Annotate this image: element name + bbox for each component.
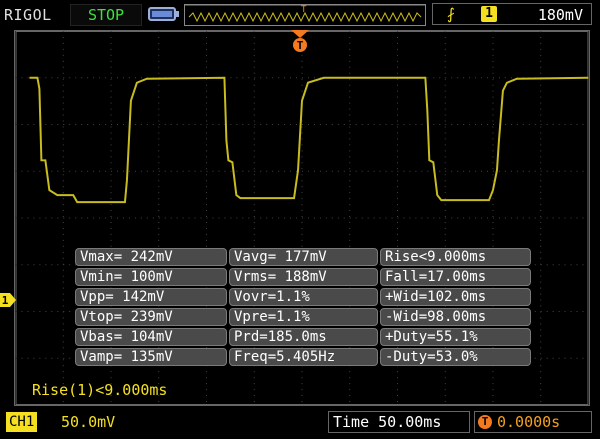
measurement-cell: Vovr=1.1% [229,288,378,306]
measurement-cell: Vtop= 239mV [75,308,227,326]
channel1-label[interactable]: CH1 [6,412,38,432]
measurement-cell: Vmax= 242mV [75,248,227,266]
measurement-cell: Rise<9.000ms [380,248,531,266]
trigger-position-marker[interactable]: T [291,30,309,54]
dc-coupling-icon [44,419,58,425]
measurement-cell: Vavg= 177mV [229,248,378,266]
measurement-panel: Vmax= 242mV Vavg= 177mV Rise<9.000ms Vmin= … [75,248,531,373]
measurement-cell: Prd=185.0ms [229,328,378,346]
measurement-cell: -Duty=53.0% [380,348,531,366]
rising-edge-icon: ⨏ [447,5,455,23]
measurement-cell: Vrms= 188mV [229,268,378,286]
measurement-cell: Vbas= 104mV [75,328,227,346]
bottom-status-bar: CH1 50.0mV Time 50.00ms T 0.0000s [0,408,600,439]
measurement-cell: +Duty=55.1% [380,328,531,346]
svg-text:T: T [297,39,304,52]
trigger-source-badge: 1 [481,6,497,22]
channel1-offset-marker[interactable]: 1 [0,293,16,307]
trigger-offset-value: 0.0000s [497,413,561,431]
measurement-cell: Freq=5.405Hz [229,348,378,366]
svg-text:1: 1 [2,294,9,307]
top-status-bar: RIGOL STOP T ⨏ 1 180mV [0,0,600,30]
measurement-cell: Vpre=1.1% [229,308,378,326]
measurement-cell: Vpp= 142mV [75,288,227,306]
measurement-cell: Vmin= 100mV [75,268,227,286]
channel1-scale[interactable]: 50.0mV [61,412,115,432]
timeline-wave-icon: T [185,4,425,23]
trigger-level: 180mV [537,6,583,24]
measurement-cell: -Wid=98.00ms [380,308,531,326]
timebase-readout[interactable]: Time 50.00ms [328,411,470,433]
trigger-offset-readout[interactable]: T 0.0000s [474,411,592,433]
measurement-cell: +Wid=102.0ms [380,288,531,306]
trigger-settings[interactable]: ⨏ 1 180mV [432,3,592,25]
brand-logo: RIGOL [4,6,52,24]
svg-text:T: T [301,5,307,15]
memory-timeline[interactable]: T [184,4,426,26]
measurement-cell: Vamp= 135mV [75,348,227,366]
battery-icon [148,7,179,21]
trigger-offset-icon: T [478,415,492,429]
rise-time-readout: Rise(1)<9.000ms [32,381,168,399]
measurement-cell: Fall=17.00ms [380,268,531,286]
run-stop-status[interactable]: STOP [70,4,142,26]
